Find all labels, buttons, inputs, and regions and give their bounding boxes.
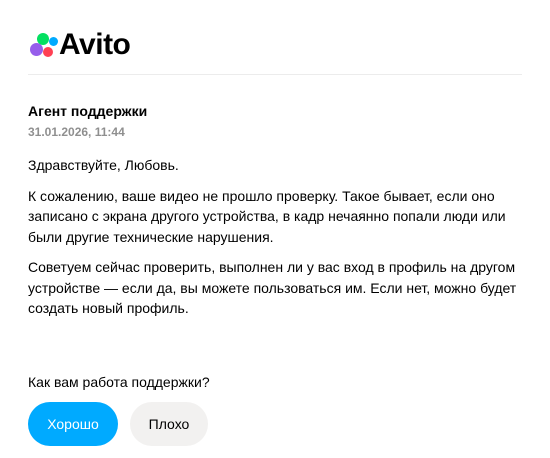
avito-logo-icon xyxy=(28,31,58,59)
avito-logo[interactable]: Avito xyxy=(28,26,131,64)
feedback-buttons: Хорошо Плохо xyxy=(28,402,208,446)
message-greeting: Здравствуйте, Любовь. xyxy=(28,157,179,173)
message-paragraph: Советуем сейчас проверить, выполнен ли у… xyxy=(28,259,517,316)
logo-text: Avito xyxy=(59,28,131,61)
logo-red-dot xyxy=(43,47,53,57)
good-button[interactable]: Хорошо xyxy=(28,402,118,446)
sender-name: Агент поддержки xyxy=(28,103,148,119)
message-body: Здравствуйте, Любовь. К сожалению, ваше … xyxy=(28,155,528,329)
header: Avito xyxy=(28,26,522,75)
bad-button[interactable]: Плохо xyxy=(130,402,208,446)
message-paragraph: К сожалению, ваше видео не прошло провер… xyxy=(28,187,506,245)
feedback-question: Как вам работа поддержки? xyxy=(28,374,210,390)
message-timestamp: 31.01.2026, 11:44 xyxy=(28,125,125,139)
logo-purple-dot xyxy=(30,43,43,56)
logo-blue-dot xyxy=(49,37,58,46)
